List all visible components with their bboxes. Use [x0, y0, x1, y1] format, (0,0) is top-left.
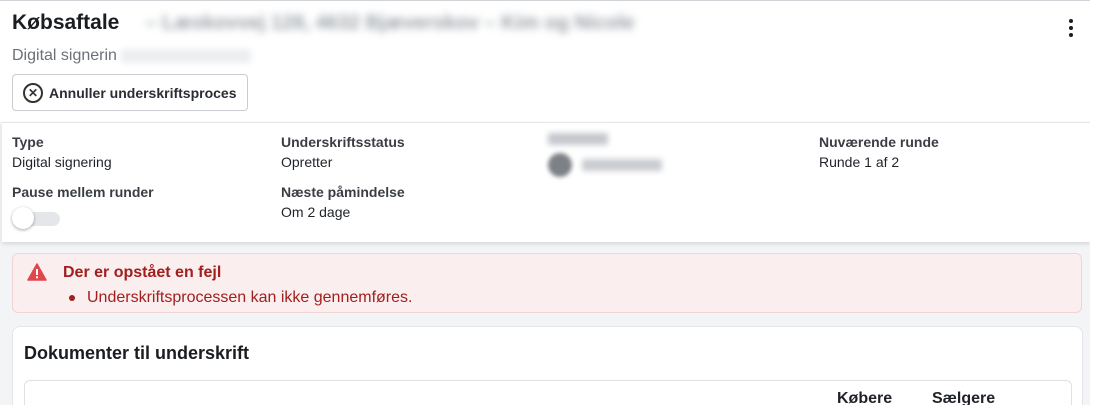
column-header-buyers: Købere — [837, 390, 893, 405]
title-row: Købsaftale – Læskovvej 128, 4632 Bjævers… — [12, 11, 635, 35]
current-round-label: Nuværende runde — [819, 134, 939, 150]
error-message: Underskriftsprocessen kan ikke gennemfør… — [87, 289, 413, 306]
next-reminder-field: Næste påmindelse Om 2 dage — [281, 183, 405, 221]
documents-title: Dokumenter til underskrift — [24, 343, 250, 363]
pause-field: Pause mellem runder — [12, 183, 154, 201]
toggle-knob — [12, 207, 34, 229]
next-reminder-label: Næste påmindelse — [281, 184, 405, 200]
error-title: Der er opstået en fejl — [63, 264, 222, 281]
signing-info-card: Type Digital signering Underskriftsstatu… — [2, 122, 1090, 242]
case-address-blurred: – Læskovvej 128, 4632 Bjæverskov – Kim o… — [145, 11, 635, 34]
status-label: Underskriftsstatus — [281, 134, 405, 150]
avatar — [548, 153, 572, 177]
cancel-signing-button[interactable]: ✕ Annuller underskriftsproces — [12, 74, 248, 111]
cancel-signing-label: Annuller underskriftsproces — [49, 84, 237, 101]
created-by-field-blurred — [548, 133, 662, 177]
pause-label: Pause mellem runder — [12, 184, 154, 200]
next-reminder-value: Om 2 dage — [281, 204, 351, 220]
subtitle-blurred-part — [120, 49, 251, 63]
pause-toggle[interactable] — [12, 207, 62, 229]
more-vertical-icon[interactable] — [1064, 15, 1078, 41]
status-field: Underskriftsstatus Opretter — [281, 133, 405, 171]
bullet — [69, 295, 75, 301]
subtitle-row: Digital signerin — [12, 47, 251, 65]
page-title: Købsaftale — [12, 11, 120, 34]
type-value: Digital signering — [12, 154, 112, 170]
column-header-sellers: Sælgere — [932, 390, 996, 405]
error-list-item: Underskriftsprocessen kan ikke gennemfør… — [69, 289, 412, 307]
blurred-label — [548, 133, 608, 145]
type-label: Type — [12, 134, 44, 150]
error-alert: Der er opstået en fejl Underskriftsproce… — [12, 253, 1082, 313]
documents-card: Dokumenter til underskrift Købere Sælger… — [12, 326, 1083, 405]
circle-x-icon: ✕ — [23, 82, 43, 103]
type-field: Type Digital signering — [12, 133, 112, 171]
documents-table: Købere Sælgere — [24, 380, 1072, 405]
warning-triangle-icon — [27, 263, 47, 281]
blurred-date — [582, 159, 662, 171]
current-round-field: Nuværende runde Runde 1 af 2 — [819, 133, 939, 171]
scrollbar[interactable] — [1090, 0, 1098, 405]
current-round-value: Runde 1 af 2 — [819, 154, 900, 170]
page-header: Købsaftale – Læskovvej 128, 4632 Bjævers… — [0, 0, 1098, 122]
status-value: Opretter — [281, 154, 333, 170]
page-subtitle: Digital signerin — [12, 47, 117, 64]
